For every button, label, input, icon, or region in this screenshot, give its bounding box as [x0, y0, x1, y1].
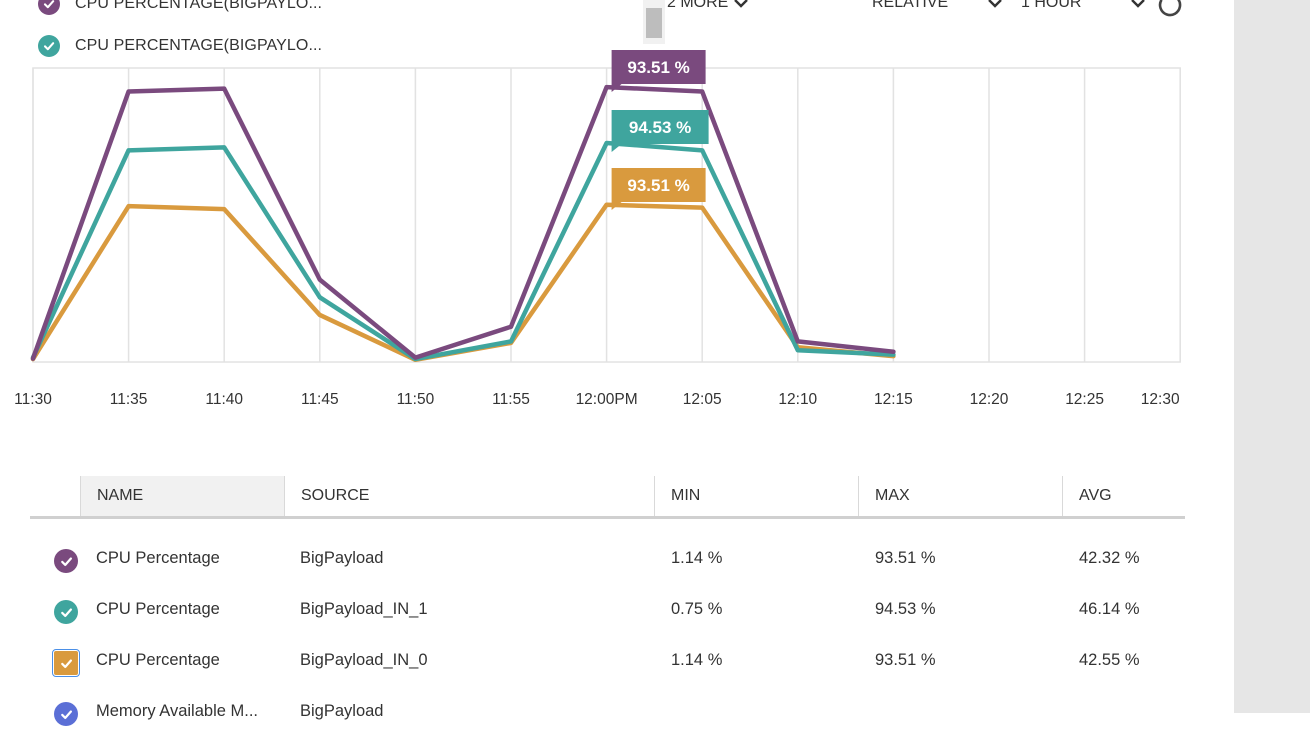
data-point [700, 148, 705, 153]
data-point [222, 86, 227, 91]
tooltip-text: 93.51 % [627, 176, 689, 195]
cell-name: CPU Percentage [96, 600, 220, 618]
data-point [126, 89, 131, 94]
data-point [891, 349, 896, 354]
cell-min: 1.14 % [671, 651, 723, 669]
data-point [317, 277, 322, 282]
x-tick-label: 11:40 [205, 391, 243, 408]
data-point [509, 324, 513, 329]
check-circle-icon[interactable] [54, 549, 78, 573]
data-point [413, 355, 418, 360]
data-point [700, 89, 705, 94]
right-gutter [1234, 0, 1310, 713]
cell-name: Memory Available M... [96, 702, 259, 720]
data-point [604, 202, 609, 207]
table-row[interactable]: CPU Percentage BigPayload 1.14 % 93.51 % 42.… [30, 535, 1185, 586]
header-checkbox-col [30, 476, 80, 516]
table-header: NAME SOURCE MIN MAX AVG [30, 476, 1185, 519]
x-tick-label: 12:15 [874, 391, 913, 408]
check-circle-icon[interactable] [52, 649, 80, 677]
line-chart: 11:30 11:35 11:40 11:45 11:50 11:55 12:00PM 12:… [14, 50, 1181, 408]
header-min[interactable]: MIN [654, 476, 858, 516]
table-row[interactable]: CPU Percentage BigPayload_IN_1 0.75 % 94.53… [30, 586, 1185, 637]
cell-source: BigPayload_IN_1 [300, 600, 428, 618]
cell-max: 93.51 % [875, 651, 936, 669]
data-point [317, 295, 322, 300]
x-tick-label: 11:35 [110, 391, 148, 408]
cell-min: 1.14 % [671, 549, 723, 567]
data-point [604, 140, 609, 145]
x-tick-label: 11:55 [492, 391, 530, 408]
cell-min: 0.75 % [671, 600, 723, 618]
cell-source: BigPayload [300, 549, 384, 567]
cell-avg: 42.55 % [1079, 651, 1140, 669]
header-max[interactable]: MAX [858, 476, 1062, 516]
x-tick-label: 12:20 [970, 391, 1009, 408]
cell-name: CPU Percentage [96, 651, 220, 669]
header-avg[interactable]: AVG [1062, 476, 1185, 516]
table-row[interactable]: Memory Available M... BigPayload [30, 688, 1185, 739]
tooltip-text: 94.53 % [629, 118, 691, 137]
cell-max: 94.53 % [875, 600, 936, 618]
header-source[interactable]: SOURCE [284, 476, 654, 516]
x-tick-label: 12:10 [778, 391, 817, 408]
x-tick-label: 12:05 [683, 391, 722, 408]
x-tick-label: 12:30 [1141, 391, 1180, 408]
x-tick-label: 11:45 [301, 391, 339, 408]
data-point [126, 148, 131, 153]
data-point [222, 207, 227, 212]
cell-source: BigPayload [300, 702, 384, 720]
data-point [795, 339, 800, 344]
x-tick-label: 12:00PM [576, 391, 638, 408]
cell-source: BigPayload_IN_0 [300, 651, 428, 669]
check-circle-icon[interactable] [54, 702, 78, 726]
cell-max: 93.51 % [875, 549, 936, 567]
x-tick-label: 12:25 [1065, 391, 1104, 408]
tooltip-text: 93.51 % [627, 58, 689, 77]
cell-avg: 42.32 % [1079, 549, 1140, 567]
data-point [604, 85, 609, 90]
x-tick-label: 11:50 [397, 391, 435, 408]
data-point [509, 339, 513, 344]
data-point [126, 204, 131, 209]
table-row[interactable]: CPU Percentage BigPayload_IN_0 1.14 % 93.51… [30, 637, 1185, 688]
cell-name: CPU Percentage [96, 549, 220, 567]
data-point [317, 312, 322, 317]
metrics-table: NAME SOURCE MIN MAX AVG CPU Percentage Bi… [30, 476, 1185, 739]
data-point [31, 356, 35, 361]
cell-avg: 46.14 % [1079, 600, 1140, 618]
table-body: CPU Percentage BigPayload 1.14 % 93.51 % 42.… [30, 535, 1185, 739]
header-name[interactable]: NAME [80, 476, 284, 516]
check-circle-icon[interactable] [54, 600, 78, 624]
data-point [222, 145, 227, 150]
data-point [700, 205, 705, 210]
x-tick-label: 11:30 [14, 391, 52, 408]
data-point [795, 348, 800, 353]
